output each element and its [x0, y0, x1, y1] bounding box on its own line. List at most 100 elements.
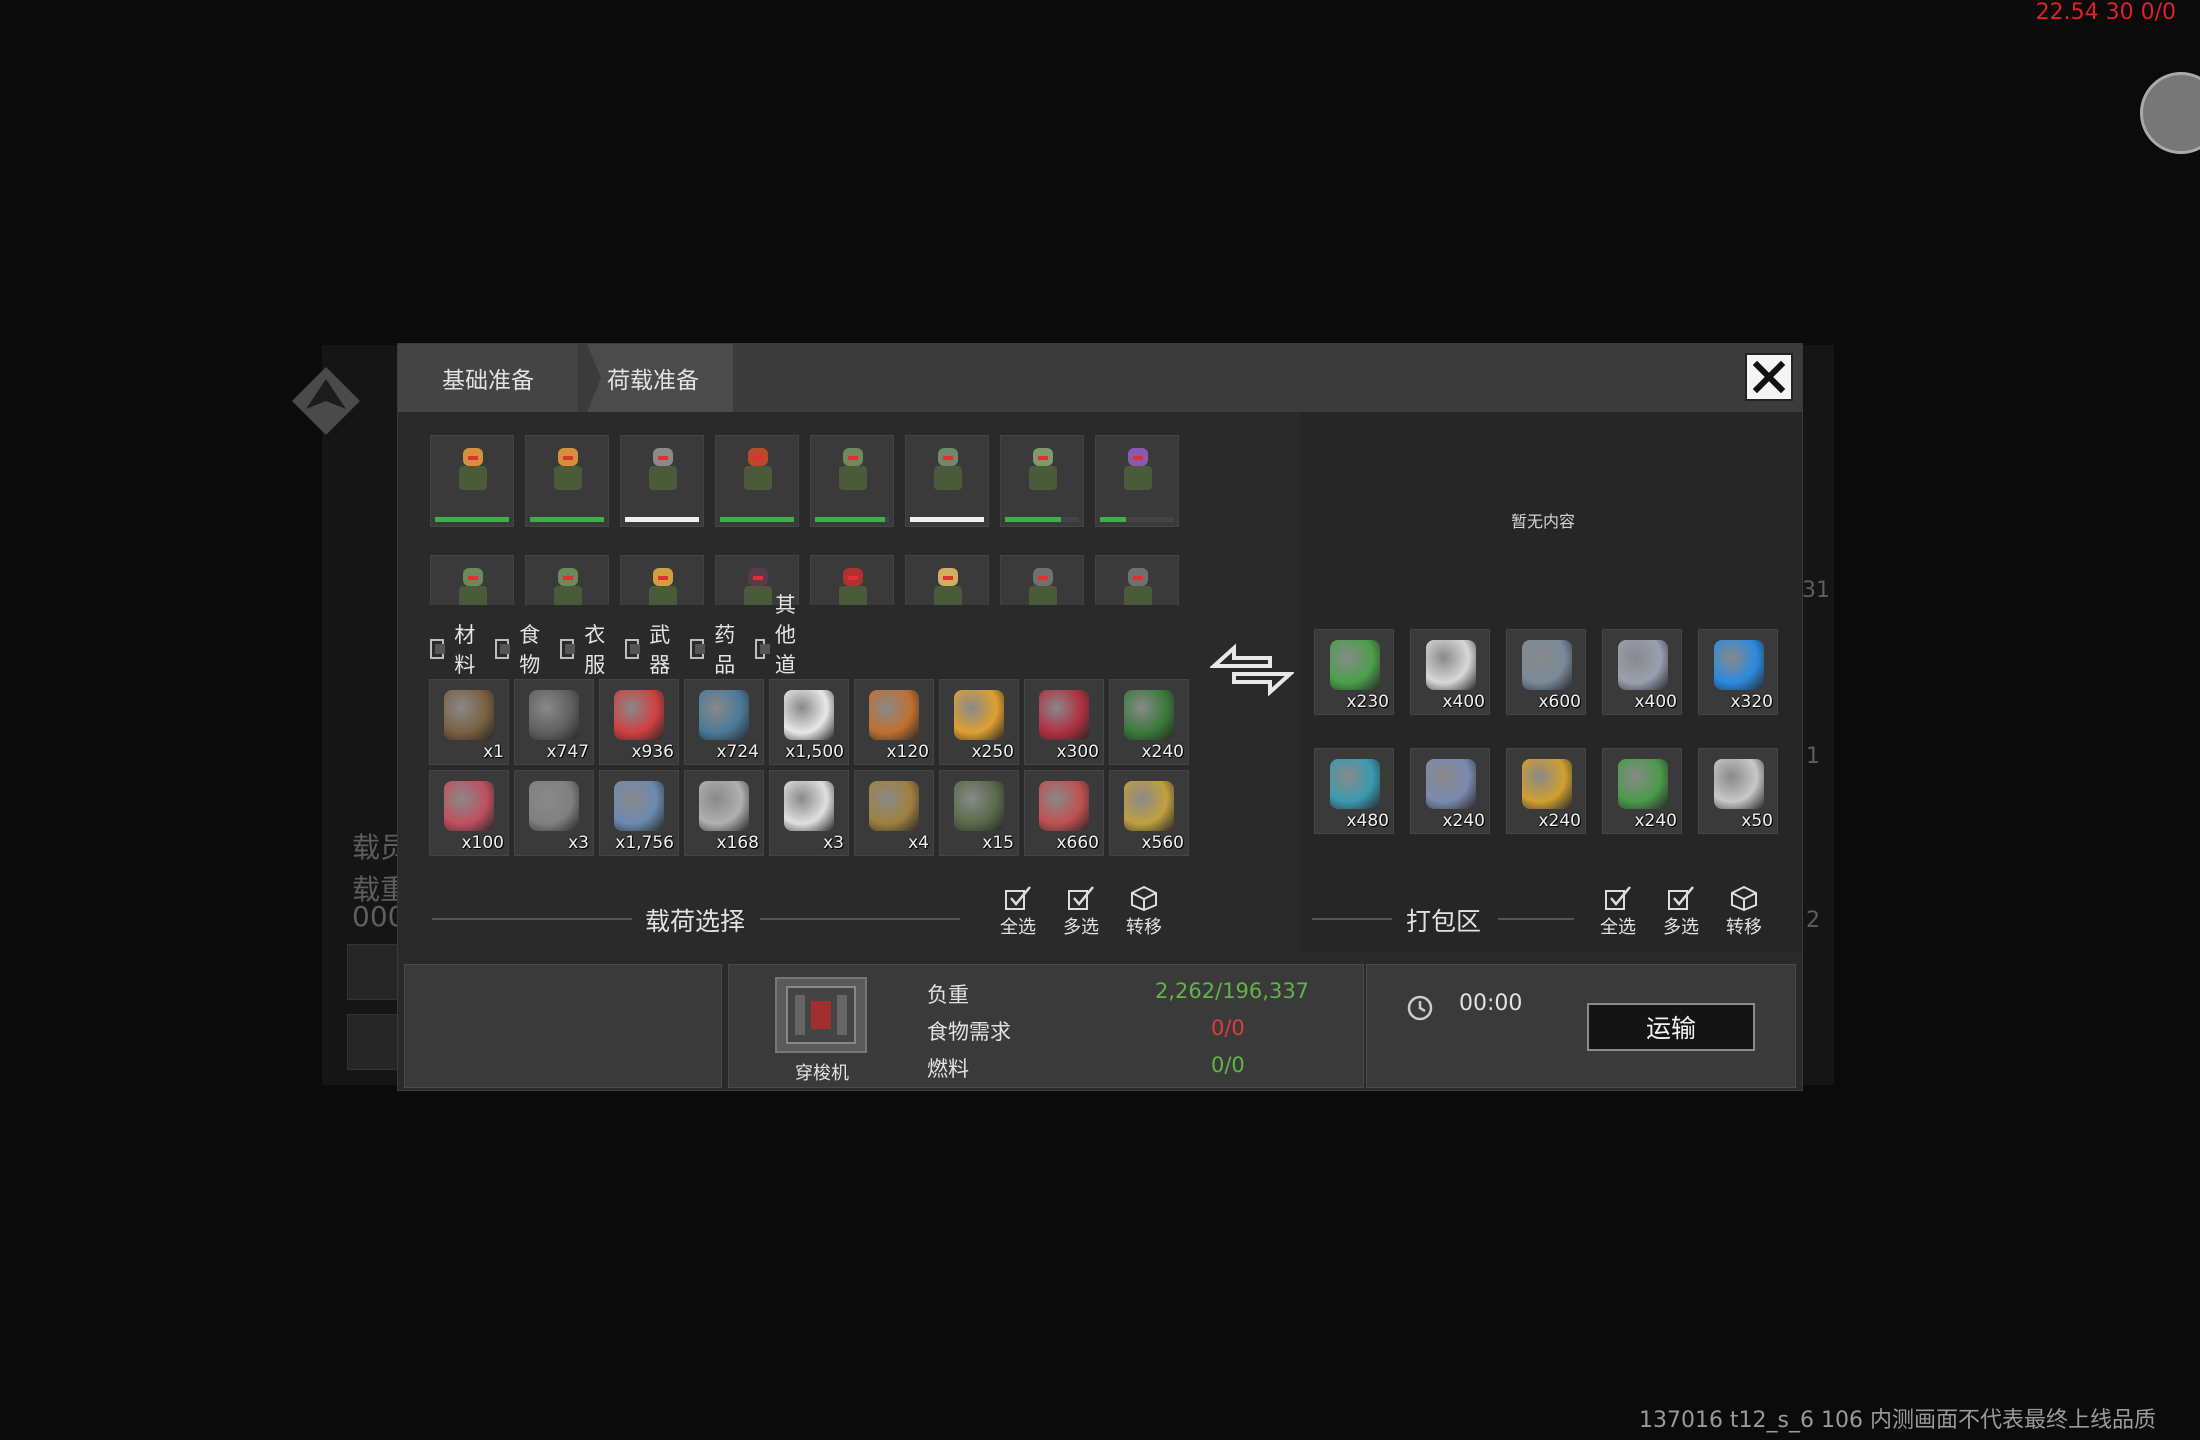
close-button[interactable]: [1745, 353, 1793, 401]
pack-item-slot[interactable]: x240: [1506, 748, 1586, 834]
build-note: 137016 t12_s_6 106 内测画面不代表最终上线品质: [1638, 1408, 2156, 1433]
pack-empty-text: 暂无内容: [1511, 512, 1576, 531]
item-icon: [869, 781, 919, 831]
tab-basic-prep[interactable]: 基础准备: [398, 344, 578, 412]
item-quantity: x560: [1141, 833, 1184, 853]
bg-gauge-button[interactable]: [347, 944, 403, 1000]
cargo-item-slot[interactable]: x250: [939, 679, 1019, 765]
pack-item-slot[interactable]: x240: [1410, 748, 1490, 834]
filter-clothes[interactable]: 衣服: [560, 619, 611, 679]
character-sprite-icon: [934, 448, 962, 504]
summary-bar: 穿梭机 负重 2,262/196,337 食物需求 0/0 燃料 0/0 00:…: [404, 964, 1796, 1088]
character-portrait[interactable]: [620, 555, 704, 605]
item-quantity: x660: [1056, 833, 1099, 853]
bg-edge-number: 1: [1806, 744, 1820, 769]
character-portrait[interactable]: [525, 435, 609, 527]
filter-weapons[interactable]: 武器: [625, 619, 676, 679]
character-portrait[interactable]: [1095, 555, 1179, 605]
food-value: 0/0: [1211, 1016, 1245, 1040]
character-portrait[interactable]: [430, 435, 514, 527]
checkbox[interactable]: [690, 639, 706, 659]
character-portrait[interactable]: [905, 435, 989, 527]
pack-item-grid: x230 x400 x600 x400 x320 x480 x240 x240 x240 x50: [1314, 629, 1794, 869]
cargo-item-slot[interactable]: x936: [599, 679, 679, 765]
cargo-item-slot[interactable]: x240: [1109, 679, 1189, 765]
pack-multi-select-button[interactable]: 多选: [1655, 885, 1707, 939]
cargo-item-slot[interactable]: x560: [1109, 770, 1189, 856]
cargo-select-all-button[interactable]: 全选: [992, 885, 1044, 939]
cargo-item-slot[interactable]: x3: [514, 770, 594, 856]
character-portrait[interactable]: [1000, 435, 1084, 527]
pack-select-all-button[interactable]: 全选: [1592, 885, 1644, 939]
cargo-item-slot[interactable]: x660: [1024, 770, 1104, 856]
cargo-item-slot[interactable]: x1,500: [769, 679, 849, 765]
item-icon: [1618, 759, 1668, 809]
cargo-item-slot[interactable]: x4: [854, 770, 934, 856]
cargo-item-slot[interactable]: x15: [939, 770, 1019, 856]
item-icon: [1426, 640, 1476, 690]
checkbox[interactable]: [755, 639, 770, 659]
item-icon: [529, 690, 579, 740]
bg-crew-button[interactable]: [347, 1014, 403, 1070]
shuttle-icon[interactable]: [775, 977, 867, 1053]
character-portrait[interactable]: [430, 555, 514, 605]
cargo-item-slot[interactable]: x3: [769, 770, 849, 856]
item-icon: [699, 690, 749, 740]
summary-stats: 穿梭机 负重 2,262/196,337 食物需求 0/0 燃料 0/0: [728, 964, 1364, 1088]
item-quantity: x15: [982, 833, 1014, 853]
character-sprite-icon: [1124, 568, 1152, 605]
cargo-section-title: 载荷选择: [645, 907, 746, 936]
character-portrait[interactable]: [715, 435, 799, 527]
item-icon: [784, 781, 834, 831]
pack-item-slot[interactable]: x320: [1698, 629, 1778, 715]
cargo-item-slot[interactable]: x100: [429, 770, 509, 856]
item-quantity: x724: [716, 742, 759, 762]
character-portrait[interactable]: [810, 435, 894, 527]
pack-item-slot[interactable]: x480: [1314, 748, 1394, 834]
character-portrait[interactable]: [1000, 555, 1084, 605]
pack-transfer-button[interactable]: 转移: [1718, 885, 1770, 939]
tab-cargo-prep[interactable]: 荷载准备: [587, 344, 733, 412]
cargo-item-slot[interactable]: x1,756: [599, 770, 679, 856]
item-quantity: x1: [483, 742, 504, 762]
cargo-item-slot[interactable]: x168: [684, 770, 764, 856]
cargo-item-slot[interactable]: x300: [1024, 679, 1104, 765]
pack-item-slot[interactable]: x240: [1602, 748, 1682, 834]
transport-button[interactable]: 运输: [1587, 1003, 1755, 1051]
character-portrait[interactable]: [905, 555, 989, 605]
pack-item-slot[interactable]: x400: [1410, 629, 1490, 715]
checkbox[interactable]: [560, 639, 576, 659]
swap-arrows-icon[interactable]: [1210, 640, 1294, 700]
checkbox[interactable]: [430, 639, 446, 659]
cargo-multi-select-button[interactable]: 多选: [1055, 885, 1107, 939]
pack-item-slot[interactable]: x400: [1602, 629, 1682, 715]
filter-medicine[interactable]: 药品: [690, 619, 741, 679]
cargo-item-slot[interactable]: x120: [854, 679, 934, 765]
character-portrait[interactable]: [1095, 435, 1179, 527]
pack-item-slot[interactable]: x50: [1698, 748, 1778, 834]
filter-food[interactable]: 食物: [495, 619, 546, 679]
box-icon: [1131, 885, 1157, 911]
checkbox[interactable]: [625, 639, 641, 659]
item-quantity: x400: [1634, 692, 1677, 712]
cargo-item-slot[interactable]: x724: [684, 679, 764, 765]
health-bar: [435, 517, 509, 522]
cargo-item-grid: x1 x747 x936 x724 x1,500 x120 x250 x300 x240 x100…: [429, 679, 1189, 865]
checkbox-icon: [1068, 886, 1094, 910]
avatar[interactable]: [2140, 72, 2200, 154]
debug-stats: 22.54 30 0/0: [2035, 0, 2176, 25]
pack-item-slot[interactable]: x600: [1506, 629, 1586, 715]
cargo-item-slot[interactable]: x747: [514, 679, 594, 765]
travel-time: 00:00: [1459, 991, 1523, 1016]
character-portrait[interactable]: [810, 555, 894, 605]
checkbox[interactable]: [495, 639, 511, 659]
item-quantity: x120: [886, 742, 929, 762]
checkbox-icon: [1005, 886, 1031, 910]
cargo-transfer-button[interactable]: 转移: [1118, 885, 1170, 939]
cargo-item-slot[interactable]: x1: [429, 679, 509, 765]
item-quantity: x50: [1741, 811, 1773, 831]
character-portrait[interactable]: [525, 555, 609, 605]
pack-item-slot[interactable]: x230: [1314, 629, 1394, 715]
filter-materials[interactable]: 材料: [430, 619, 481, 679]
character-portrait[interactable]: [620, 435, 704, 527]
